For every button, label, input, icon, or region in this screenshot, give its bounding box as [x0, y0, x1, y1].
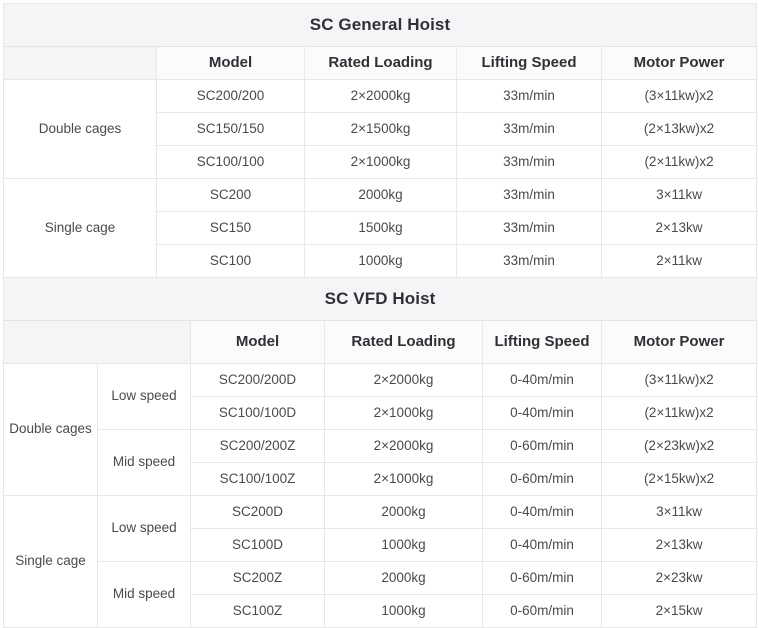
cell-lifting-speed: 0-60m/min: [482, 429, 602, 463]
cell-lifting-speed: 0-60m/min: [482, 594, 602, 628]
sc-general-hoist-table: SC General Hoist Model Rated Loading Lif…: [2, 3, 758, 278]
cell-rated-loading: 2×2000kg: [324, 363, 483, 397]
cell-motor-power: (3×11kw)x2: [600, 79, 758, 113]
cell-motor-power: (3×11kw)x2: [600, 363, 758, 397]
cell-motor-power: 3×11kw: [600, 495, 758, 529]
cell-lifting-speed: 33m/min: [456, 112, 602, 146]
cell-model: SC200Z: [190, 561, 325, 595]
table-row: Single cage SC200 2000kg 33m/min 3×11kw: [3, 178, 758, 278]
cell-model: SC100Z: [190, 594, 325, 628]
cell-motor-power: 2×11kw: [600, 244, 758, 278]
cell-lifting-speed: 0-40m/min: [482, 495, 602, 529]
cell-model: SC100/100: [156, 145, 305, 179]
cell-rated-loading: 1500kg: [304, 211, 457, 245]
column-header-lifting-speed: Lifting Speed: [482, 320, 602, 364]
cell-model: SC150/150: [156, 112, 305, 146]
cell-model: SC200D: [190, 495, 325, 529]
cell-motor-power: 2×15kw: [600, 594, 758, 628]
cell-model: SC200/200D: [190, 363, 325, 397]
table-title-row: SC VFD Hoist: [2, 277, 758, 321]
column-header-blank: [3, 320, 191, 364]
cell-rated-loading: 2000kg: [324, 495, 483, 529]
cell-lifting-speed: 0-40m/min: [482, 396, 602, 430]
cell-model: SC200/200: [156, 79, 305, 113]
cell-motor-power: (2×23kw)x2: [600, 429, 758, 463]
column-header-motor-power: Motor Power: [600, 320, 758, 364]
column-header-blank: [3, 46, 157, 80]
table-title: SC General Hoist: [2, 3, 758, 47]
cell-model: SC200: [156, 178, 305, 212]
row-group-label-double-cages: Double cages: [3, 363, 98, 496]
cell-motor-power: (2×11kw)x2: [600, 145, 758, 179]
cell-motor-power: (2×15kw)x2: [600, 462, 758, 496]
table-row: Double cages SC200/200 2×2000kg 33m/min …: [3, 79, 758, 179]
table-header-row: Model Rated Loading Lifting Speed Motor …: [3, 46, 758, 80]
cell-rated-loading: 2000kg: [324, 561, 483, 595]
cell-lifting-speed: 0-40m/min: [482, 528, 602, 562]
row-group-label-double-cages: Double cages: [3, 79, 157, 179]
cell-model: SC150: [156, 211, 305, 245]
cell-lifting-speed: 33m/min: [456, 244, 602, 278]
cell-model: SC100/100Z: [190, 462, 325, 496]
row-subgroup-label-mid-speed: Mid speed: [97, 429, 191, 496]
cell-model: SC200/200Z: [190, 429, 325, 463]
cell-lifting-speed: 0-60m/min: [482, 462, 602, 496]
cell-rated-loading: 2×1000kg: [304, 145, 457, 179]
row-group-label-single-cage: Single cage: [3, 495, 98, 628]
row-group-label-single-cage: Single cage: [3, 178, 157, 278]
table-title-row: SC General Hoist: [2, 3, 758, 47]
column-header-model: Model: [190, 320, 325, 364]
column-header-lifting-speed: Lifting Speed: [456, 46, 602, 80]
cell-rated-loading: 1000kg: [324, 528, 483, 562]
spec-tables-page: SC General Hoist Model Rated Loading Lif…: [0, 0, 759, 628]
cell-motor-power: (2×11kw)x2: [600, 396, 758, 430]
cell-rated-loading: 2×2000kg: [304, 79, 457, 113]
cell-motor-power: (2×13kw)x2: [600, 112, 758, 146]
cell-rated-loading: 1000kg: [324, 594, 483, 628]
cell-model: SC100/100D: [190, 396, 325, 430]
table-header-row: Model Rated Loading Lifting Speed Motor …: [3, 320, 758, 364]
table-row: Mid speed SC200/200Z 2×2000kg 0-60m/min …: [4, 429, 758, 496]
table-row: Double cages Low speed SC200/200D 2×2000…: [3, 363, 758, 496]
cell-motor-power: 2×13kw: [600, 211, 758, 245]
column-header-rated-loading: Rated Loading: [324, 320, 483, 364]
table-title: SC VFD Hoist: [2, 277, 758, 321]
cell-lifting-speed: 0-40m/min: [482, 363, 602, 397]
cell-motor-power: 2×23kw: [600, 561, 758, 595]
column-header-model: Model: [156, 46, 305, 80]
cell-motor-power: 2×13kw: [600, 528, 758, 562]
column-header-rated-loading: Rated Loading: [304, 46, 457, 80]
cell-lifting-speed: 0-60m/min: [482, 561, 602, 595]
cell-motor-power: 3×11kw: [600, 178, 758, 212]
table-row: Single cage Low speed SC200D 2000kg 0-40…: [3, 495, 758, 628]
cell-rated-loading: 2×1000kg: [324, 396, 483, 430]
cell-rated-loading: 2000kg: [304, 178, 457, 212]
row-subgroup-label-low-speed: Low speed: [97, 363, 191, 430]
column-header-motor-power: Motor Power: [600, 46, 758, 80]
table-row: Mid speed SC200Z 2000kg 0-60m/min 2×23kw: [4, 561, 758, 628]
cell-rated-loading: 1000kg: [304, 244, 457, 278]
cell-lifting-speed: 33m/min: [456, 211, 602, 245]
cell-rated-loading: 2×1500kg: [304, 112, 457, 146]
row-subgroup-label-low-speed: Low speed: [97, 495, 191, 562]
cell-rated-loading: 2×2000kg: [324, 429, 483, 463]
row-subgroup-label-mid-speed: Mid speed: [97, 561, 191, 628]
cell-model: SC100D: [190, 528, 325, 562]
cell-lifting-speed: 33m/min: [456, 79, 602, 113]
cell-model: SC100: [156, 244, 305, 278]
cell-lifting-speed: 33m/min: [456, 145, 602, 179]
cell-lifting-speed: 33m/min: [456, 178, 602, 212]
cell-rated-loading: 2×1000kg: [324, 462, 483, 496]
sc-vfd-hoist-table: SC VFD Hoist Model Rated Loading Lifting…: [2, 277, 758, 628]
